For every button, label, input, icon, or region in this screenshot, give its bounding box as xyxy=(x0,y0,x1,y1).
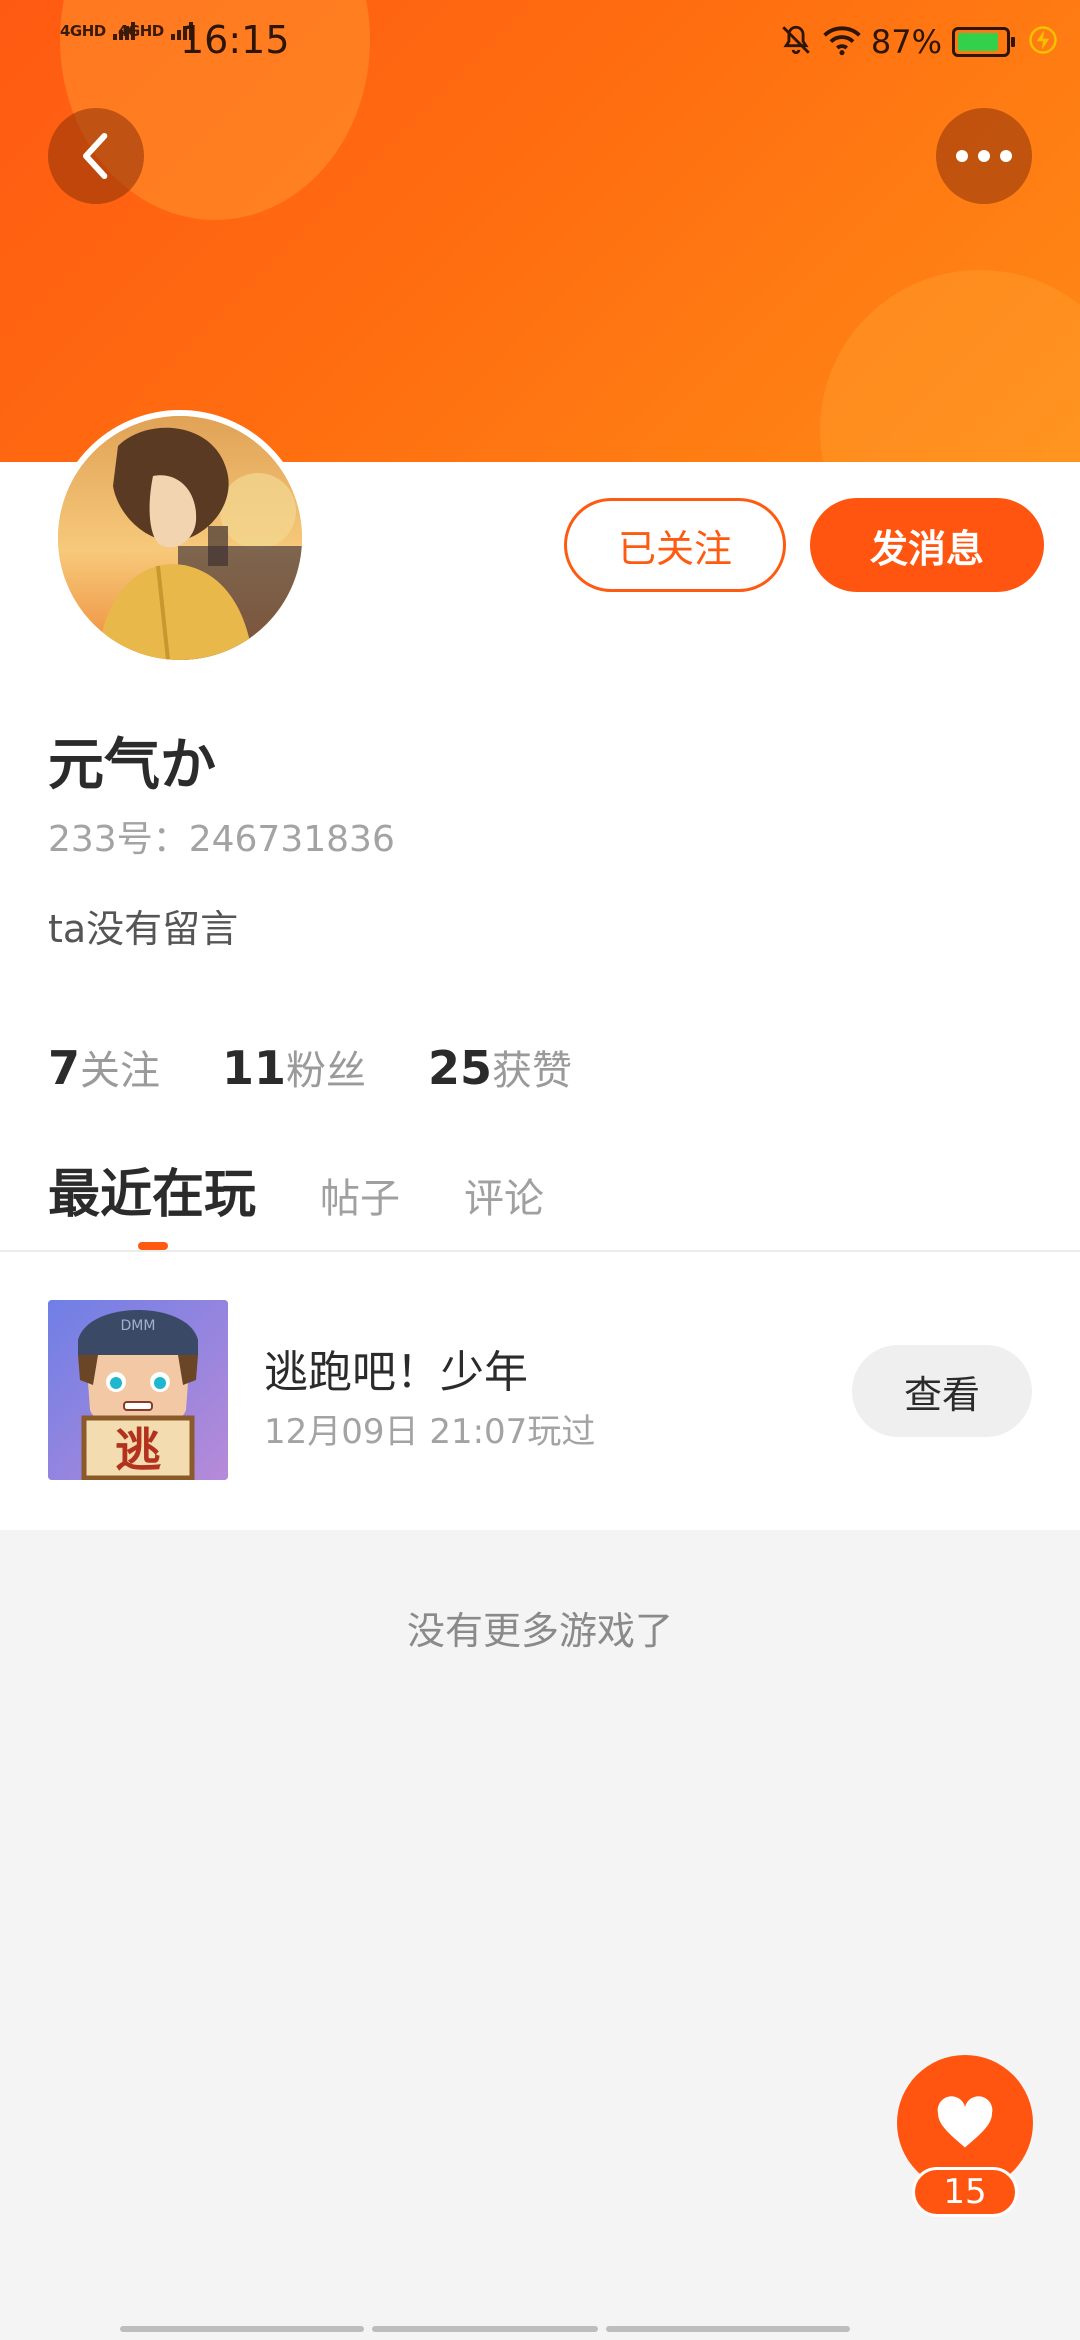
network-type: 4GHD xyxy=(60,22,106,40)
battery-fill xyxy=(958,33,999,51)
more-button[interactable] xyxy=(936,108,1032,204)
more-dots-icon xyxy=(956,150,1012,162)
divider xyxy=(0,1250,1080,1252)
clock: 16:15 xyxy=(180,18,290,62)
stat-value: 7 xyxy=(48,1041,81,1095)
battery-icon xyxy=(952,27,1015,57)
game-icon-image: DMM 逃 xyxy=(48,1300,228,1480)
avatar-image xyxy=(58,416,302,660)
stat-label: 关注 xyxy=(80,1048,161,1094)
stat-value: 11 xyxy=(222,1041,287,1095)
mute-bell-icon xyxy=(779,23,813,61)
profile-page: 4GHD 4GHD 16:15 87% 已关注 发消息 元气か 233号：246… xyxy=(0,0,1080,2340)
tab-recently-played[interactable]: 最近在玩 xyxy=(48,1152,256,1227)
user-bio: ta没有留言 xyxy=(48,907,239,951)
tab-posts[interactable]: 帖子 xyxy=(320,1166,400,1224)
chevron-left-icon xyxy=(83,133,108,179)
status-bar: 4GHD 4GHD 16:15 87% xyxy=(0,0,1080,84)
stat-followers[interactable]: 11 粉丝 xyxy=(222,1038,366,1096)
network-type: 4GHD xyxy=(118,22,164,40)
tab-bar: 最近在玩 帖子 评论 xyxy=(48,1152,608,1227)
follow-button[interactable]: 已关注 xyxy=(564,498,786,592)
icon-sign-text: 逃 xyxy=(115,1423,161,1477)
stat-following[interactable]: 7 关注 xyxy=(48,1038,160,1096)
stat-value: 25 xyxy=(428,1041,493,1095)
last-played-time: 12月09日 21:07玩过 xyxy=(264,1412,596,1452)
stats-row: 7 关注 11 粉丝 25 获赞 xyxy=(48,1038,634,1096)
status-right: 87% xyxy=(779,18,1058,66)
game-title[interactable]: 逃跑吧！少年 xyxy=(264,1336,528,1400)
battery-percent: 87% xyxy=(870,23,942,61)
banner-decoration xyxy=(820,270,1080,462)
avatar[interactable] xyxy=(52,410,308,666)
send-message-button[interactable]: 发消息 xyxy=(810,498,1044,592)
stat-likes[interactable]: 25 获赞 xyxy=(428,1038,572,1096)
stat-label: 粉丝 xyxy=(286,1048,367,1094)
game-icon[interactable]: DMM 逃 xyxy=(48,1300,228,1480)
cap-text: DMM xyxy=(121,1318,156,1334)
tab-comments[interactable]: 评论 xyxy=(464,1166,544,1224)
username: 元气か xyxy=(48,733,216,798)
user-id: 233号：246731836 xyxy=(48,819,395,860)
like-count-badge: 15 xyxy=(912,2167,1018,2217)
no-more-games-text: 没有更多游戏了 xyxy=(406,1609,673,1653)
gesture-bar xyxy=(120,2326,850,2332)
wifi-icon xyxy=(823,24,861,60)
stat-label: 获赞 xyxy=(492,1048,573,1094)
view-game-button[interactable]: 查看 xyxy=(852,1345,1032,1437)
charging-icon xyxy=(1028,25,1058,59)
heart-icon xyxy=(937,2096,993,2148)
active-tab-indicator xyxy=(138,1242,168,1250)
back-button[interactable] xyxy=(48,108,144,204)
